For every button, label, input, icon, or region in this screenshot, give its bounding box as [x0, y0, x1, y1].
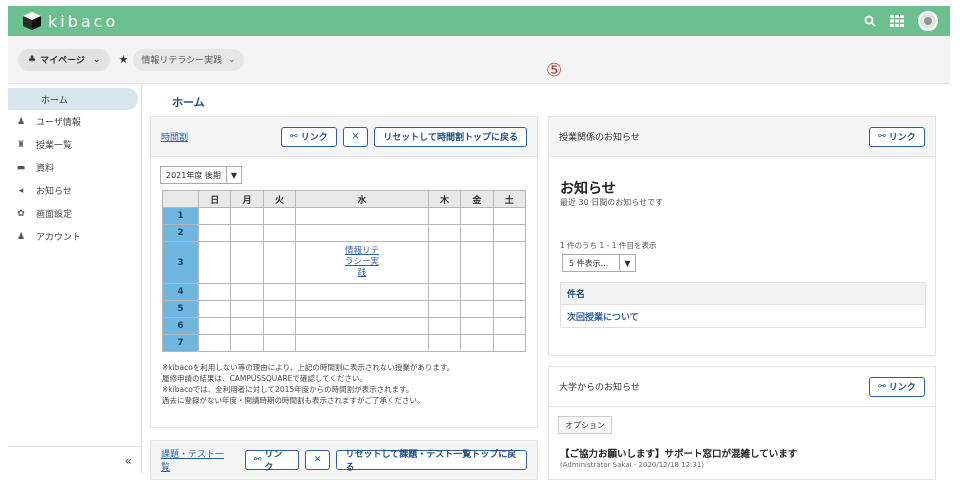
star-icon[interactable]: ★ — [118, 53, 128, 66]
link-icon: ⚯ — [878, 131, 886, 142]
notices-subtitle: 最近 30 日間のお知らせです — [560, 198, 664, 207]
sidebar-item-label: 授業一覧 — [36, 141, 73, 151]
period-label: 2 — [162, 224, 199, 242]
timetable-heading-link[interactable]: 時間割 — [161, 130, 188, 143]
tasks-reset-button[interactable]: リセットして課題・テスト一覧トップに戻る — [336, 450, 527, 473]
day-header: 日 — [197, 190, 232, 208]
per-page-value: 5 件表示... — [569, 258, 609, 268]
sidebar-item-display-settings[interactable]: ✿ 画面設定 — [8, 202, 141, 225]
term-select[interactable]: 2021年度 後期 ▼ — [160, 166, 242, 184]
timetable-notes: ※kibacoを利用しない等の理由により、上記の時間割に表示されない授業がありま… — [162, 363, 455, 405]
day-header: 木 — [427, 190, 462, 208]
megaphone-icon: ◂ — [18, 185, 24, 196]
collapse-sidebar-button[interactable]: « — [8, 446, 142, 474]
result-count: 1 件のうち 1 - 1 件目を表示 — [560, 241, 657, 250]
day-header: 月 — [230, 190, 264, 208]
expand-icon: ✕ — [351, 131, 360, 142]
univ-link-button[interactable]: ⚯ リンク — [869, 376, 925, 397]
tasks-link-button[interactable]: ⚯ リンク — [244, 450, 299, 473]
announcement-meta: (Administrator Sakai - 2020/12/18 12:31) — [560, 461, 705, 469]
breadcrumb: ♣ マイページ ⌄ ★ 情報リテラシー実践 ⌄ — [8, 36, 950, 84]
sidebar-item-classes[interactable]: ♜ 授業一覧 — [8, 133, 141, 156]
mypage-tab[interactable]: ♣ マイページ ⌄ — [18, 48, 111, 71]
per-page-select[interactable]: 5 件表示... ▼ — [562, 254, 636, 272]
user-icon: ♟ — [16, 116, 26, 127]
sidebar-item-label: 画面設定 — [36, 210, 73, 220]
chevron-down-icon: ⌄ — [92, 54, 101, 65]
logo[interactable]: kibaco — [22, 11, 118, 31]
period-label: 5 — [162, 300, 199, 318]
sidebar-item-announcements[interactable]: ◂ お知らせ — [8, 179, 141, 202]
term-value: 2021年度 後期 — [161, 167, 227, 183]
button-label: リンク — [264, 450, 283, 473]
sidebar-item-account[interactable]: ♟ アカウント — [8, 225, 141, 248]
timetable-reset-button[interactable]: リセットして時間割トップに戻る — [374, 126, 527, 147]
link-icon: ⚯ — [878, 381, 886, 392]
options-button[interactable]: オプション — [558, 416, 612, 434]
class-icon: ♜ — [16, 139, 26, 150]
notice-row-link[interactable]: 次回授業について — [561, 305, 925, 327]
tasks-heading-link[interactable]: 課題・テスト一覧 — [161, 447, 231, 473]
button-label: リンク — [300, 133, 328, 143]
folder-icon: ▬ — [16, 162, 26, 173]
sidebar-item-materials[interactable]: ▬ 資料 — [8, 156, 141, 179]
link-icon: ⚯ — [253, 455, 262, 465]
apps-grid-icon[interactable] — [890, 15, 904, 27]
mypage-label: マイページ — [40, 56, 85, 66]
button-label: リンク — [888, 133, 916, 143]
corner-cell — [162, 190, 199, 208]
course-cell[interactable]: 情報リテ ラシー実践 — [295, 241, 429, 284]
announcement-title[interactable]: 【ご協力お願いします】サポート窓口が混雑しています — [560, 446, 797, 460]
column-header: 件名 — [561, 283, 925, 305]
expand-button[interactable]: ✕ — [304, 450, 331, 470]
sidebar-item-label: アカウント — [36, 233, 82, 243]
sidebar-item-label: お知らせ — [36, 187, 72, 197]
sidebar-item-user[interactable]: ♟ ユーザ情報 — [8, 110, 141, 133]
avatar[interactable] — [918, 11, 938, 31]
link-icon: ⚯ — [290, 131, 298, 142]
notices-link-button[interactable]: ⚯ リンク — [869, 126, 925, 147]
course-notices-heading: 授業関係のお知らせ — [559, 133, 640, 143]
sidebar-item-label: ユーザ情報 — [36, 118, 81, 128]
day-header: 水 — [295, 190, 429, 208]
period-label: 6 — [162, 317, 199, 335]
period-label: 7 — [162, 334, 199, 352]
course-tab[interactable]: 情報リテラシー実践 ⌄ — [133, 48, 244, 71]
step-marker: ⑤ — [546, 60, 563, 81]
course-tab-label: 情報リテラシー実践 — [141, 56, 223, 66]
sidebar: ホーム ♟ ユーザ情報 ♜ 授業一覧 ▬ 資料 ◂ お知らせ ✿ 画面設定 ♟ … — [8, 84, 142, 474]
notices-table: 件名 次回授業について — [560, 282, 926, 328]
app-name: kibaco — [48, 11, 119, 31]
expand-button[interactable]: ✕ — [342, 126, 369, 147]
timetable-link-button[interactable]: ⚯ リンク — [281, 126, 337, 147]
sidebar-item-home[interactable]: ホーム — [8, 88, 138, 110]
day-header: 金 — [460, 190, 494, 208]
university-notices-heading: 大学からのお知らせ — [559, 383, 640, 393]
period-label: 4 — [162, 283, 199, 301]
gear-icon: ✿ — [17, 208, 25, 219]
sidebar-item-label: 資料 — [36, 164, 55, 174]
day-header: 火 — [262, 190, 297, 208]
page-title: ホーム — [172, 96, 205, 109]
top-bar: kibaco — [8, 6, 950, 36]
account-icon: ♟ — [16, 231, 26, 242]
tasks-card: 課題・テスト一覧 ⚯ リンク ✕ リセットして課題・テスト一覧トップに戻る — [150, 440, 538, 480]
home-icon: ♣ — [28, 54, 37, 65]
expand-icon: ✕ — [313, 455, 322, 465]
notices-title: お知らせ — [560, 181, 616, 197]
caret-down-icon: ▼ — [230, 170, 237, 180]
caret-down-icon: ▼ — [619, 255, 635, 271]
search-icon[interactable] — [864, 15, 876, 27]
day-header: 土 — [492, 190, 527, 208]
button-label: リンク — [888, 383, 916, 393]
course-link[interactable]: 情報リテ ラシー実践 — [342, 246, 382, 279]
period-label: 1 — [162, 207, 199, 225]
cube-logo-icon — [23, 12, 41, 30]
timetable-grid: 日 月 火 水 木 金 土 1 2 3 情報リテ ラシー実践 4 5 6 7 — [162, 190, 527, 352]
chevron-down-icon: ⌄ — [228, 54, 236, 65]
period-label: 3 — [162, 241, 199, 284]
